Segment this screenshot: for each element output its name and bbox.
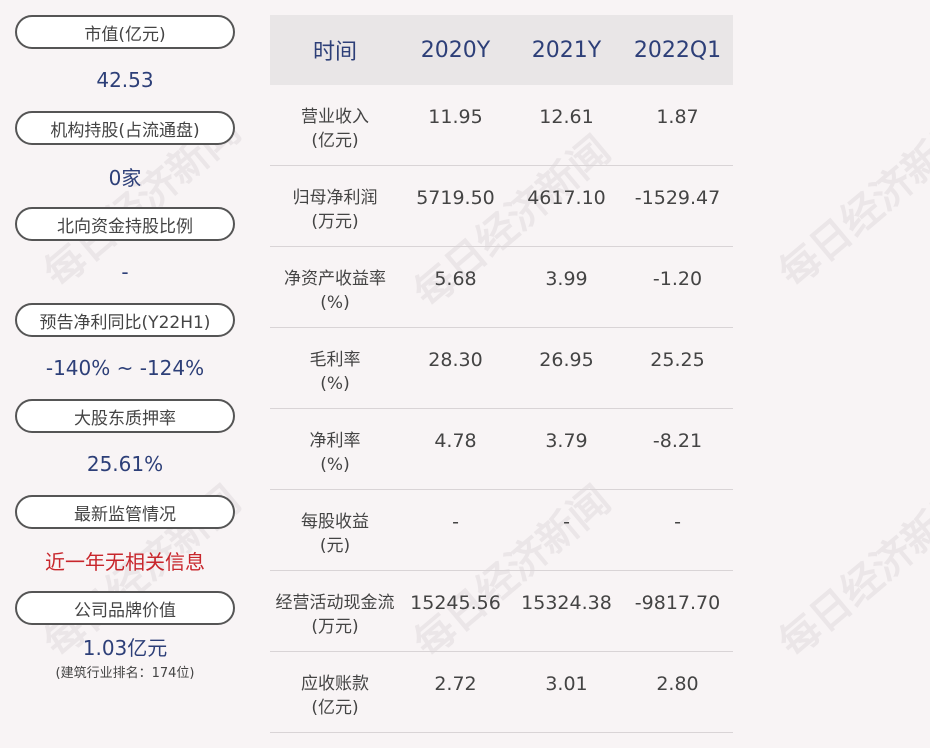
row-label: 净资产收益率 (%) — [284, 269, 386, 313]
institution-holding-label: 机构持股(占流通盘) — [15, 111, 235, 145]
regulation-label: 最新监管情况 — [15, 495, 235, 529]
brand-value-label: 公司品牌价值 — [15, 591, 235, 625]
table-row: 每股收益 (元) - - - — [270, 490, 733, 571]
header-period: 时间 — [312, 40, 357, 65]
cell-value: - — [563, 511, 570, 533]
profit-forecast-label: 预告净利同比(Y22H1) — [15, 303, 235, 337]
header-2021y: 2021Y — [531, 37, 602, 63]
brand-value-value: 1.03亿元 (建筑行业排名：174位) — [55, 635, 195, 681]
row-label: 每股收益 (元) — [301, 512, 369, 556]
profit-forecast-value: -140% ~ -124% — [45, 356, 205, 380]
row-label: 营业收入 (亿元) — [301, 107, 369, 151]
table-row: 净资产收益率 (%) 5.68 3.99 -1.20 — [270, 247, 733, 328]
table-header: 时间 2020Y 2021Y 2022Q1 — [270, 15, 733, 85]
cell-value: 2.80 — [656, 673, 699, 695]
cell-value: 1.87 — [656, 106, 699, 128]
cell-value: - — [674, 511, 681, 533]
table-row: 净利率 (%) 4.78 3.79 -8.21 — [270, 409, 733, 490]
cell-value: 15245.56 — [410, 592, 501, 614]
cell-value: -8.21 — [652, 430, 703, 452]
watermark: 每日经济新闻 — [770, 107, 930, 297]
cell-value: 4617.10 — [527, 187, 606, 209]
header-2020y: 2020Y — [420, 37, 491, 63]
cell-value: 2.72 — [434, 673, 477, 695]
cell-value: -9817.70 — [634, 592, 721, 614]
cell-value: -1529.47 — [634, 187, 721, 209]
table-row: 营业收入 (亿元) 11.95 12.61 1.87 — [270, 85, 733, 166]
institution-holding-value: 0家 — [108, 165, 142, 190]
table-row: 毛利率 (%) 28.30 26.95 25.25 — [270, 328, 733, 409]
cell-value: 26.95 — [539, 349, 594, 371]
regulation-value: 近一年无相关信息 — [45, 549, 205, 574]
cell-value: 3.99 — [545, 268, 588, 290]
table-row: 归母净利润 (万元) 5719.50 4617.10 -1529.47 — [270, 166, 733, 247]
market-cap-label: 市值(亿元) — [15, 15, 235, 49]
pledge-rate-label: 大股东质押率 — [15, 399, 235, 433]
cell-value: 3.01 — [545, 673, 588, 695]
watermark: 每日经济新闻 — [770, 477, 930, 667]
row-label: 净利率 (%) — [309, 431, 361, 475]
row-label: 毛利率 (%) — [309, 350, 361, 394]
cell-value: 12.61 — [539, 106, 594, 128]
table-row: 应收账款 (亿元) 2.72 3.01 2.80 — [270, 652, 733, 733]
indicator-panel: 市值(亿元) 42.53 机构持股(占流通盘) 0家 北向资金持股比例 - 预告… — [15, 15, 235, 687]
northbound-holding-value: - — [121, 260, 129, 284]
row-label: 归母净利润 (万元) — [292, 188, 378, 232]
pledge-rate-value: 25.61% — [86, 452, 164, 476]
cell-value: 4.78 — [434, 430, 477, 452]
table-row: 经营活动现金流 (万元) 15245.56 15324.38 -9817.70 — [270, 571, 733, 652]
cell-value: 3.79 — [545, 430, 588, 452]
financial-table: 时间 2020Y 2021Y 2022Q1 营业收入 (亿元) 11.95 12.… — [270, 15, 733, 733]
cell-value: -1.20 — [652, 268, 703, 290]
cell-value: 25.25 — [650, 349, 705, 371]
header-2022q1: 2022Q1 — [633, 37, 722, 63]
row-label: 应收账款 (亿元) — [301, 674, 369, 718]
brand-rank-note: (建筑行业排名：174位) — [55, 665, 195, 681]
cell-value: - — [452, 511, 459, 533]
northbound-holding-label: 北向资金持股比例 — [15, 207, 235, 241]
cell-value: 11.95 — [428, 106, 483, 128]
market-cap-value: 42.53 — [96, 68, 154, 92]
row-label: 经营活动现金流 (万元) — [275, 593, 395, 637]
cell-value: 28.30 — [428, 349, 483, 371]
cell-value: 5719.50 — [416, 187, 495, 209]
cell-value: 15324.38 — [521, 592, 612, 614]
cell-value: 5.68 — [434, 268, 477, 290]
